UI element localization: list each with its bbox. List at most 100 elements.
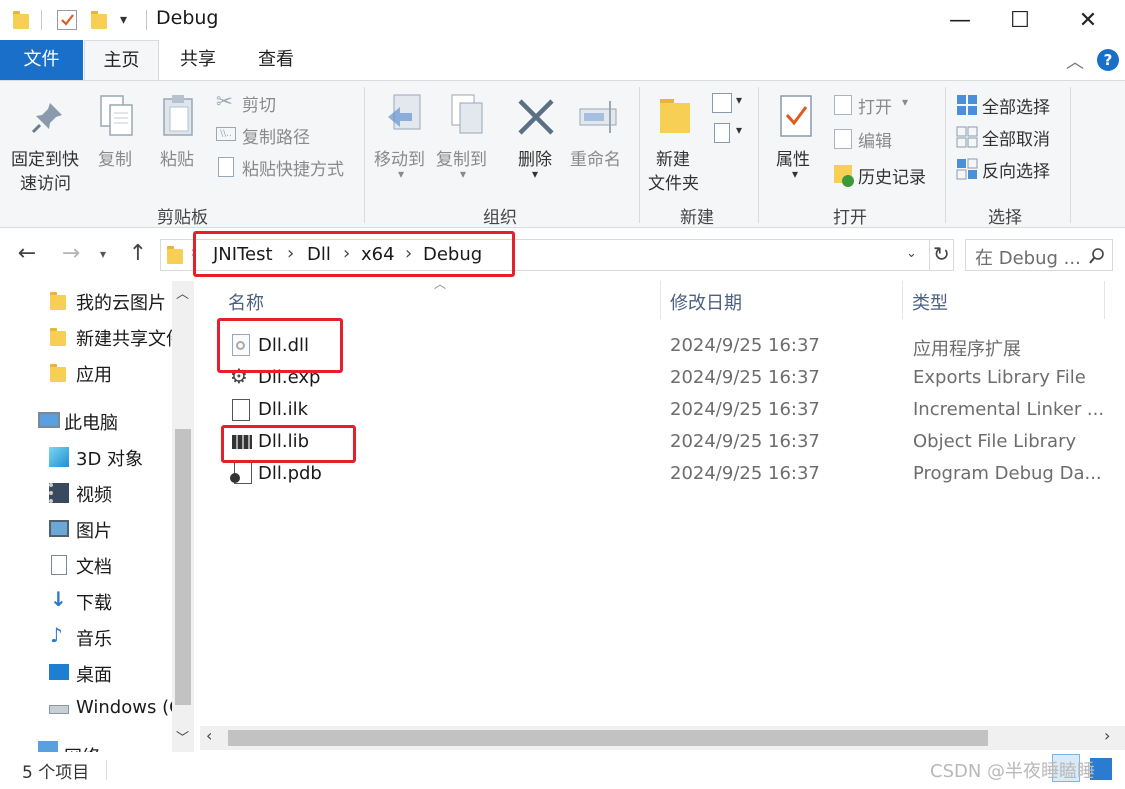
sidebar-item-videos[interactable]: 视频 (0, 475, 172, 511)
move-to-button[interactable]: 移动到 ▾ (372, 91, 432, 191)
new-folder-quick-icon[interactable] (91, 11, 107, 29)
scrollbar-thumb[interactable] (175, 429, 191, 705)
horizontal-scrollbar[interactable]: ‹ › (200, 726, 1125, 750)
copy-to-button[interactable]: 复制到 ▾ (434, 91, 494, 191)
chevron-down-icon: ▾ (736, 123, 743, 137)
scroll-down-icon[interactable]: ﹀ (176, 727, 189, 746)
select-all-button[interactable]: 全部选择 (954, 91, 1064, 119)
chevron-down-icon: ▾ (460, 167, 467, 181)
sidebar-item-label: Windows (C (76, 697, 172, 718)
open-button[interactable]: 打开 ▾ (832, 91, 932, 119)
sidebar-item-pictures[interactable]: 图片 (0, 511, 172, 547)
table-row[interactable]: Dll.ilk 2024/9/25 16:37 Incremental Link… (220, 395, 1120, 425)
sidebar-item-cloud-pictures[interactable]: 我的云图片 (0, 283, 172, 319)
chevron-down-icon[interactable]: ⌄ (906, 246, 917, 261)
invert-selection-button[interactable]: 反向选择 (954, 155, 1064, 183)
tab-share[interactable]: 共享 (162, 40, 234, 80)
download-icon: ↓ (50, 587, 67, 611)
drive-icon (49, 705, 69, 714)
sidebar-item-network[interactable]: 网络 (0, 737, 172, 753)
3d-objects-icon (49, 447, 69, 467)
copy-button[interactable]: 复制 (94, 91, 140, 171)
column-header-date[interactable]: 修改日期 (670, 289, 742, 315)
apps-folder-icon (50, 364, 70, 384)
documents-icon (51, 555, 67, 575)
forward-button[interactable]: → (56, 239, 86, 269)
folder-icon (167, 246, 183, 264)
column-divider[interactable] (902, 281, 903, 319)
new-folder-button[interactable]: 新建 文件夹 (646, 91, 706, 195)
edit-icon (834, 129, 852, 149)
file-date: 2024/9/25 16:37 (670, 463, 820, 484)
recent-locations-button[interactable]: ▾ (94, 239, 112, 269)
rename-label: 重命名 (570, 150, 621, 170)
scrollbar-thumb[interactable] (228, 730, 988, 746)
rename-icon (579, 101, 617, 133)
music-icon: ♪ (50, 623, 63, 647)
copy-path-button[interactable]: \\.. 复制路径 (214, 121, 364, 149)
shared-folder-icon (50, 328, 70, 348)
table-row[interactable]: ⚙ Dll.exp 2024/9/25 16:37 Exports Librar… (220, 363, 1120, 393)
sidebar-item-label: 应用 (76, 365, 112, 386)
close-button[interactable]: ✕ (1058, 0, 1118, 40)
paste-shortcut-icon (218, 157, 234, 177)
scroll-up-icon[interactable]: ︿ (176, 283, 189, 302)
edit-button[interactable]: 编辑 (832, 125, 932, 153)
move-to-icon (388, 94, 421, 130)
new-folder-label: 新建 (656, 150, 690, 170)
pin-icon (31, 103, 62, 134)
sidebar-item-windows-drive[interactable]: Windows (C (0, 691, 172, 727)
highlight-box (193, 231, 515, 277)
sidebar-item-music[interactable]: ♪ 音乐 (0, 619, 172, 655)
new-item-button[interactable]: ▾ (710, 91, 750, 117)
sidebar-item-desktop[interactable]: 桌面 (0, 655, 172, 691)
sidebar-item-shared-folder[interactable]: 新建共享文件夹 (0, 319, 172, 355)
maximize-button[interactable]: ☐ (990, 0, 1050, 40)
collapse-ribbon-icon[interactable]: ︿ (1066, 48, 1084, 74)
sidebar-item-this-pc[interactable]: 此电脑 (0, 403, 172, 439)
pin-label-2: 速访问 (20, 174, 71, 194)
sidebar-item-3d-objects[interactable]: 3D 对象 (0, 439, 172, 475)
delete-button[interactable]: 删除 ▾ (512, 91, 562, 191)
cut-button[interactable]: ✂ 剪切 (214, 89, 364, 117)
sidebar-item-documents[interactable]: 文档 (0, 547, 172, 583)
column-divider[interactable] (1104, 281, 1105, 319)
window-title: Debug (156, 7, 219, 29)
easy-access-button[interactable]: ▾ (710, 121, 750, 147)
back-button[interactable]: ← (12, 239, 42, 269)
properties-button[interactable]: 属性 ▾ (772, 91, 820, 191)
sidebar-item-downloads[interactable]: ↓ 下载 (0, 583, 172, 619)
refresh-icon[interactable]: ↻ (933, 242, 950, 266)
group-label-organize: 组织 (483, 208, 517, 228)
tab-home[interactable]: 主页 (84, 40, 159, 80)
sidebar-scrollbar[interactable]: ︿ ﹀ (172, 281, 194, 753)
column-header-type[interactable]: 类型 (912, 289, 948, 315)
history-button[interactable]: 历史记录 (832, 161, 942, 189)
properties-quick-icon[interactable] (57, 10, 77, 30)
file-name: Dll.ilk (258, 399, 309, 420)
column-divider[interactable] (660, 281, 661, 319)
scroll-left-icon[interactable]: ‹ (206, 726, 212, 745)
select-none-button[interactable]: 全部取消 (954, 123, 1064, 151)
paste-shortcut-button[interactable]: 粘贴快捷方式 (214, 153, 364, 181)
table-row[interactable]: Dll.dll 2024/9/25 16:37 应用程序扩展 (220, 331, 1120, 361)
table-row[interactable]: Dll.pdb 2024/9/25 16:37 Program Debug Da… (220, 459, 1120, 489)
search-box[interactable]: 在 Debug ... (965, 239, 1113, 271)
column-header-name[interactable]: 名称 (228, 289, 264, 315)
search-icon (1089, 248, 1104, 264)
divider (41, 10, 42, 30)
watermark: CSDN @半夜睡瞌睡 (930, 761, 1096, 782)
sidebar-item-label: 音乐 (76, 629, 112, 650)
sidebar-item-apps[interactable]: 应用 (0, 355, 172, 391)
pin-to-quick-access-button[interactable]: 固定到快 速访问 (8, 91, 88, 195)
tab-file[interactable]: 文件 (0, 40, 83, 80)
chevron-down-icon[interactable]: ▾ (120, 12, 127, 28)
scroll-right-icon[interactable]: › (1104, 726, 1110, 745)
rename-button[interactable]: 重命名 (568, 91, 632, 171)
divider (146, 10, 147, 30)
minimize-button[interactable]: — (930, 0, 990, 40)
paste-button[interactable]: 粘贴 (156, 91, 202, 171)
tab-view[interactable]: 查看 (240, 40, 312, 80)
help-icon[interactable]: ? (1097, 49, 1119, 71)
up-button[interactable]: ↑ (124, 239, 152, 269)
